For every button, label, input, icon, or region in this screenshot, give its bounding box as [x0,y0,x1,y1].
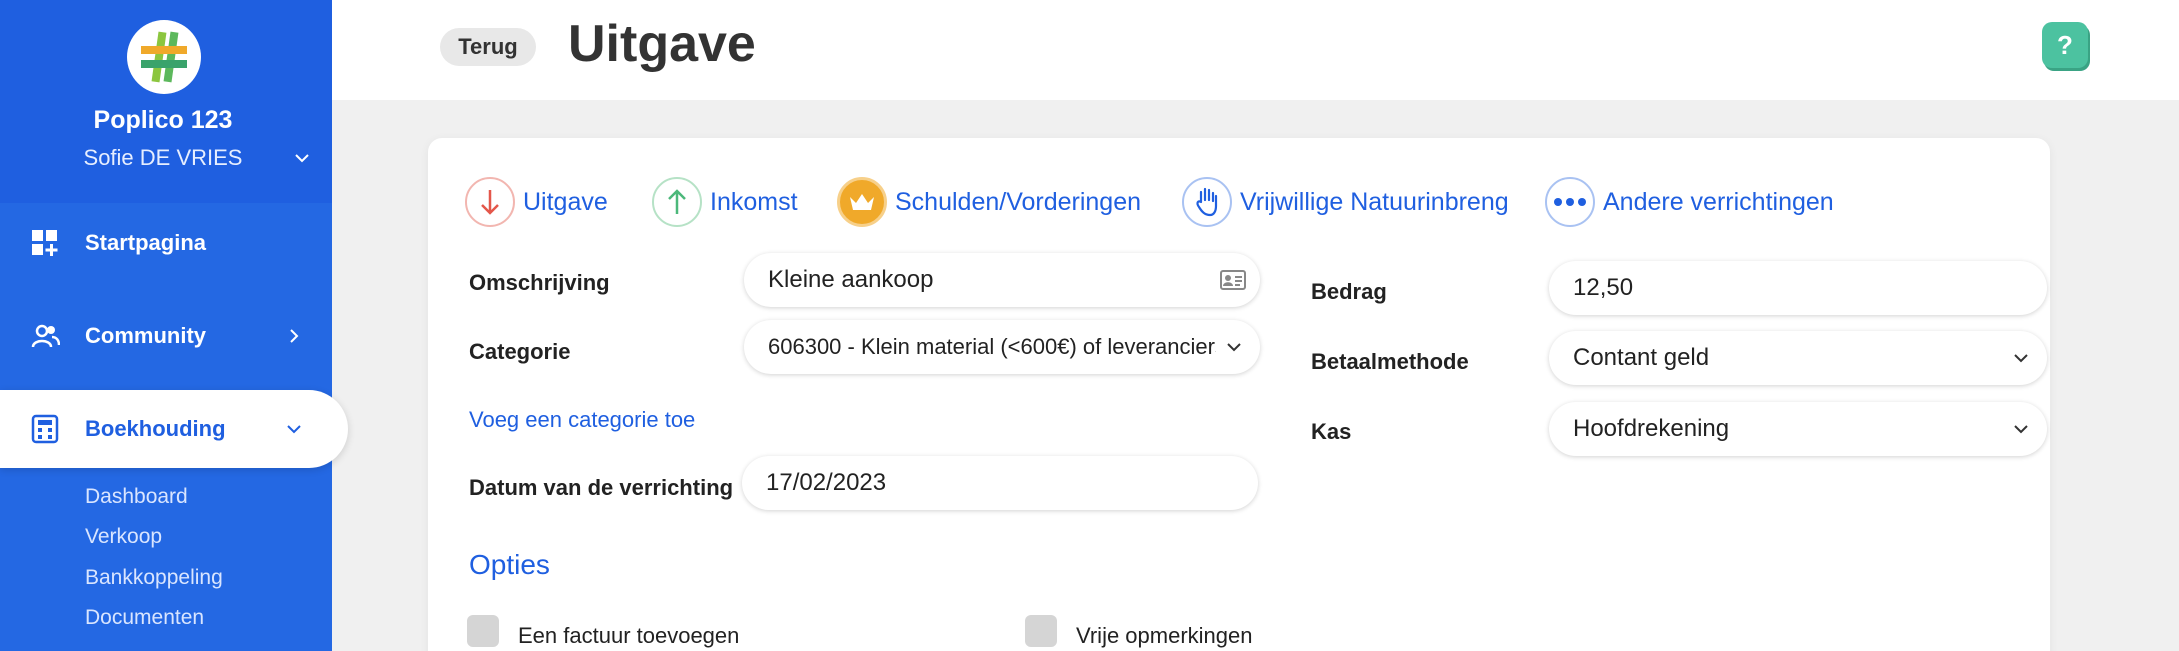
page-title: Uitgave [568,15,756,73]
more-dots-icon [1545,177,1595,227]
crown-icon [837,177,887,227]
contact-card-icon[interactable] [1220,269,1246,291]
chevron-down-icon [2014,425,2028,434]
sidebar-header: Poplico 123 Sofie DE VRIES [0,0,332,203]
calculator-icon [31,414,59,444]
sidebar: Poplico 123 Sofie DE VRIES Startpagina C… [0,0,348,651]
back-button[interactable]: Terug [440,28,536,66]
user-name[interactable]: Sofie DE VRIES [0,145,326,171]
sidebar-item-startpagina[interactable]: Startpagina [0,206,332,280]
betaalmethode-value: Contant geld [1573,344,1710,371]
dashboard-plus-icon [32,230,58,256]
bedrag-value: 12,50 [1573,274,1634,301]
arrow-down-icon [465,177,515,227]
bedrag-field[interactable]: 12,50 [1549,261,2047,315]
org-logo [127,20,201,94]
hand-icon [1182,177,1232,227]
sidebar-item-label: Boekhouding [85,416,226,441]
tab-label: Inkomst [710,187,798,216]
sidebar-item-label: Community [85,323,206,348]
sidebar-subitem-bankkoppeling[interactable]: Bankkoppeling [85,566,223,590]
tab-label: Andere verrichtingen [1603,187,1834,216]
kas-value: Hoofdrekening [1573,415,1730,442]
tab-schulden-vorderingen[interactable]: Schulden/Vorderingen [837,176,1141,228]
opmerkingen-checkbox-label: Vrije opmerkingen [1076,623,1253,648]
kas-label: Kas [1311,419,1352,444]
categorie-value: 606300 - Klein material (<600€) of lever… [768,334,1216,359]
bedrag-label: Bedrag [1311,279,1387,304]
sidebar-item-boekhouding[interactable]: Boekhouding [0,390,348,468]
chevron-right-icon [290,329,299,343]
tab-inkomst[interactable]: Inkomst [652,176,798,228]
factuur-checkbox[interactable] [467,615,499,647]
options-title: Opties [469,549,550,580]
factuur-checkbox-label: Een factuur toevoegen [518,623,740,648]
tab-label: Uitgave [523,187,608,216]
chevron-down-icon[interactable] [292,148,312,168]
kas-select[interactable]: Hoofdrekening [1549,402,2047,456]
datum-value: 17/02/2023 [766,469,887,496]
sidebar-item-community[interactable]: Community [0,299,332,373]
sidebar-subitem-dashboard[interactable]: Dashboard [85,485,188,509]
categorie-label: Categorie [469,339,571,364]
add-category-link[interactable]: Voeg een categorie toe [469,407,695,433]
datum-field[interactable]: 17/02/2023 [742,456,1258,510]
categorie-select[interactable]: 606300 - Klein material (<600€) of lever… [744,320,1260,374]
help-button[interactable]: ? [2042,22,2088,68]
arrow-up-icon [652,177,702,227]
opmerkingen-checkbox[interactable] [1025,615,1057,647]
datum-label: Datum van de verrichting [469,475,734,500]
tab-label: Schulden/Vorderingen [895,187,1142,216]
omschrijving-label: Omschrijving [469,270,610,295]
betaalmethode-select[interactable]: Contant geld [1549,331,2047,385]
chevron-down-icon [1227,343,1241,352]
betaalmethode-label: Betaalmethode [1311,349,1469,374]
chevron-down-icon [287,425,301,434]
omschrijving-value: Kleine aankoop [768,266,934,293]
tab-label: Vrijwillige Natuurinbreng [1240,187,1509,216]
omschrijving-field[interactable]: Kleine aankoop [744,253,1260,307]
tab-vrijwillige-natuurinbreng[interactable]: Vrijwillige Natuurinbreng [1182,176,1509,228]
tab-andere-verrichtingen[interactable]: Andere verrichtingen [1545,176,1834,228]
users-icon [31,324,60,348]
chevron-down-icon [2014,354,2028,363]
org-name: Poplico 123 [93,106,233,134]
sidebar-item-label: Startpagina [85,230,207,255]
sidebar-subitem-documenten[interactable]: Documenten [85,606,204,630]
sidebar-subitem-verkoop[interactable]: Verkoop [85,525,162,549]
tab-uitgave[interactable]: Uitgave [465,176,608,228]
